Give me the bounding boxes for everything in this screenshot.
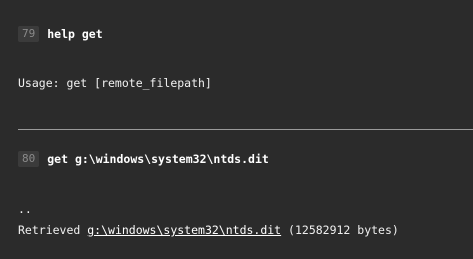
command-line-80: 80 get g:\windows\system32\ntds.dit (18, 151, 269, 167)
command-divider (18, 129, 473, 130)
retrieved-file-link[interactable]: g:\windows\system32\ntds.dit (87, 223, 281, 237)
terminal-output: 79 help get Usage: get [remote_filepath]… (0, 0, 473, 259)
command-text: get g:\windows\system32\ntds.dit (47, 152, 269, 166)
command-number-badge: 80 (18, 151, 40, 167)
retrieved-message: Retrieved g:\windows\system32\ntds.dit (… (18, 222, 399, 238)
command-number-badge: 79 (18, 26, 40, 42)
command-text: help get (47, 27, 103, 41)
command-line-79: 79 help get (18, 26, 103, 42)
retrieved-size: (12582912 bytes) (281, 223, 399, 237)
progress-dots: .. (18, 202, 32, 216)
help-output-usage: Usage: get [remote_filepath] (18, 76, 212, 90)
retrieved-prefix: Retrieved (18, 223, 88, 237)
